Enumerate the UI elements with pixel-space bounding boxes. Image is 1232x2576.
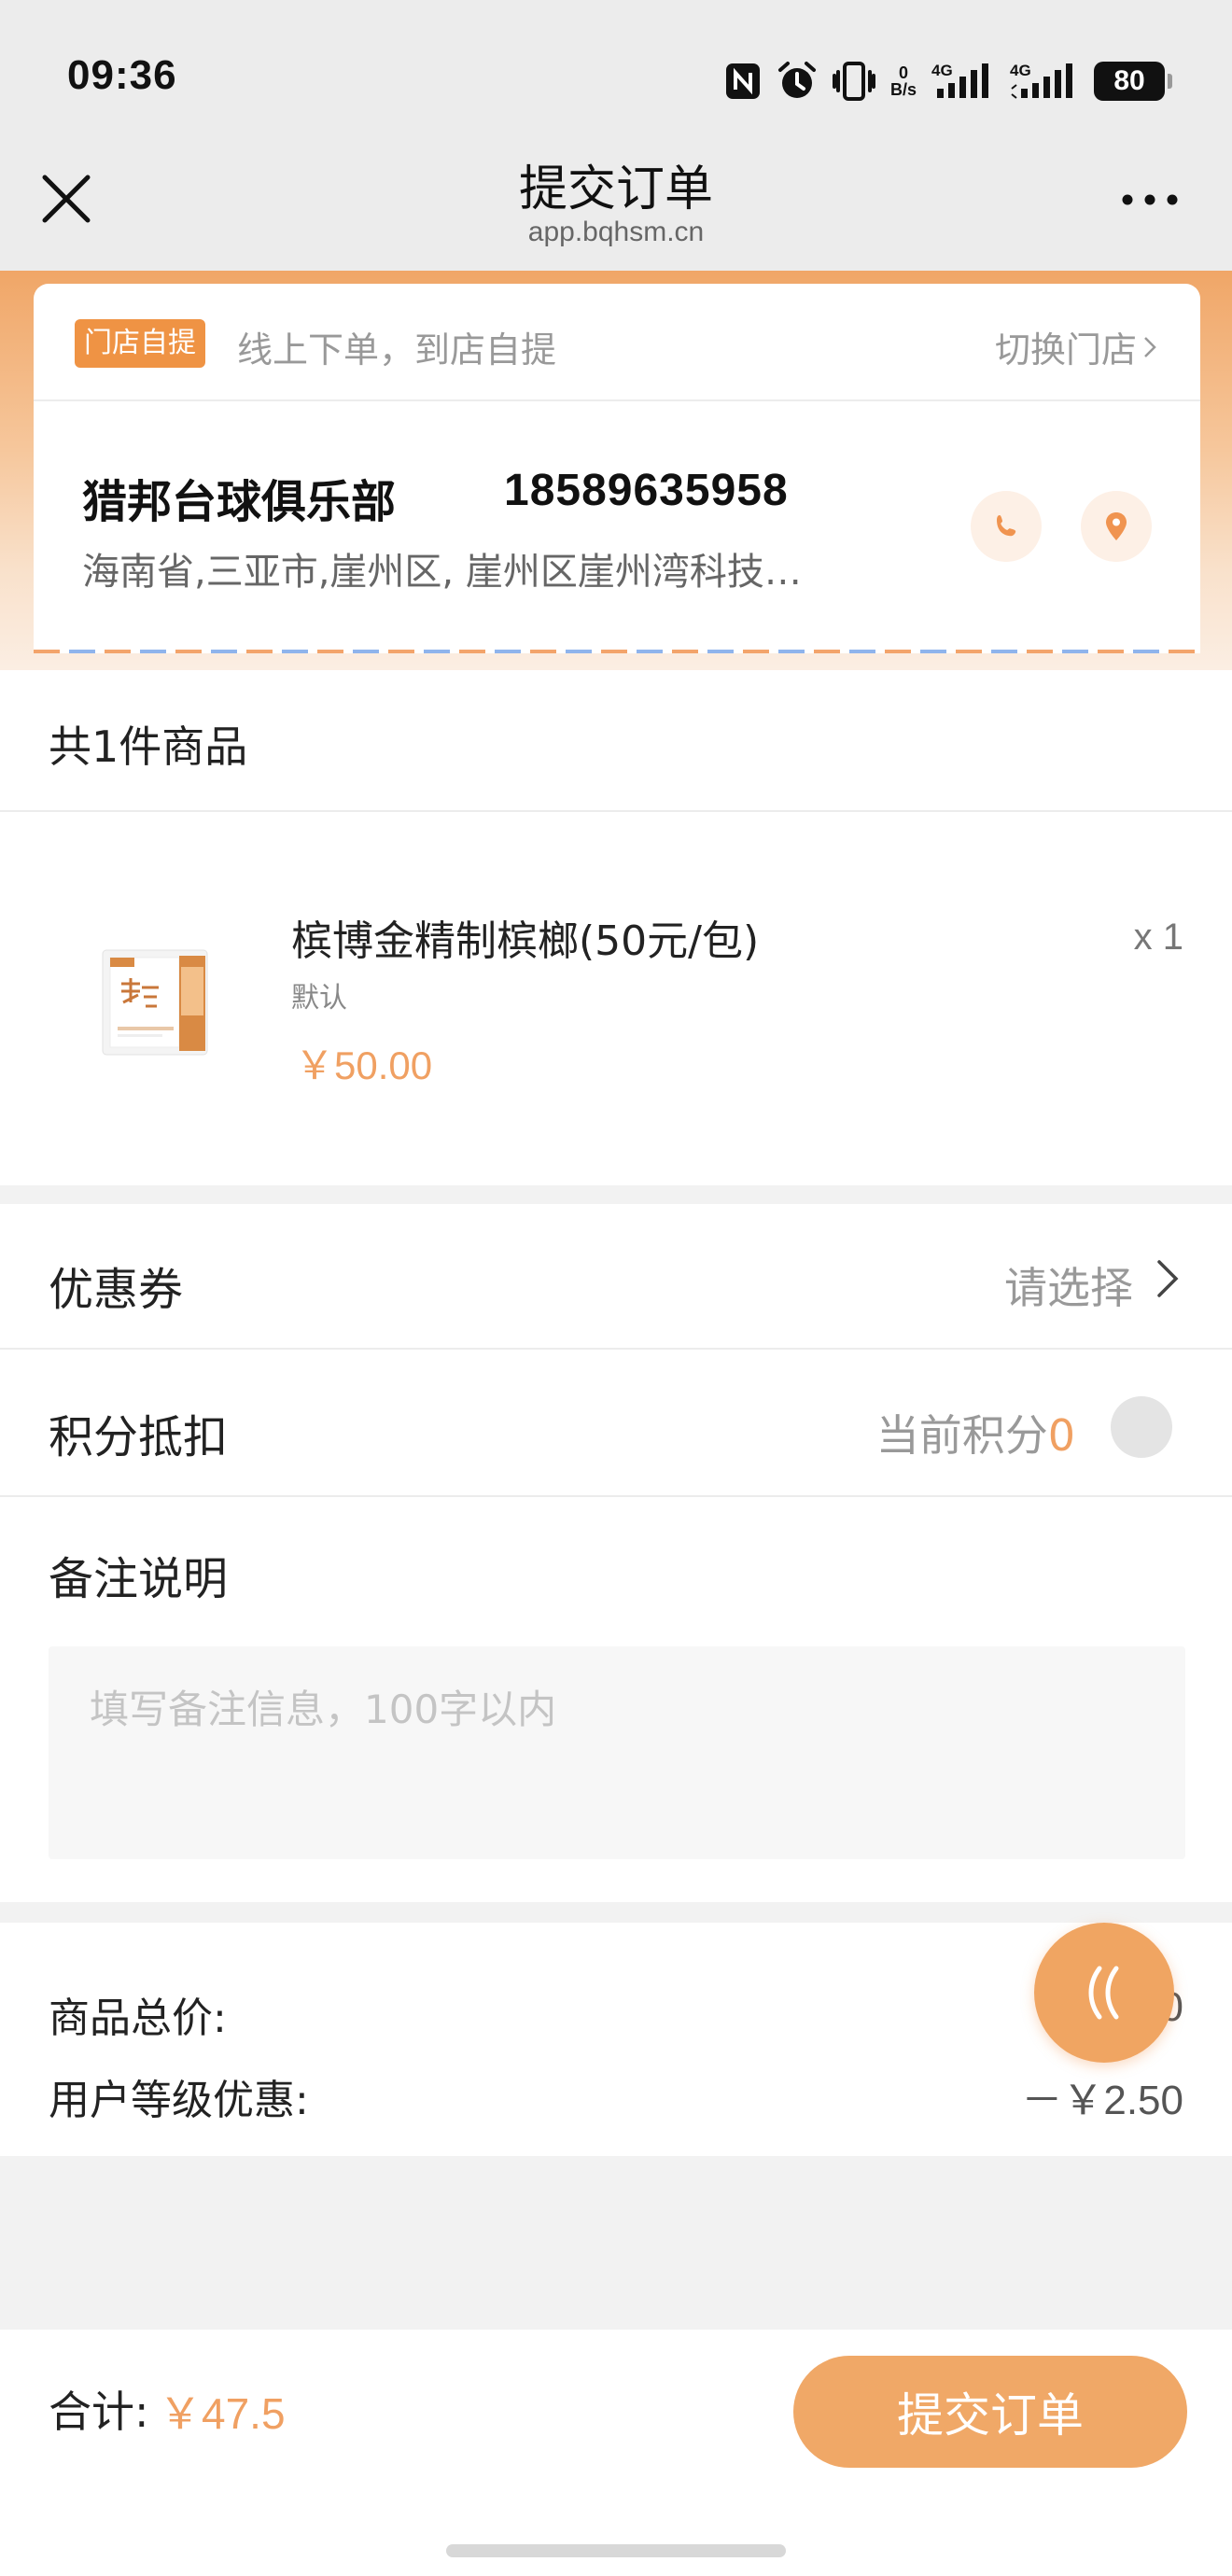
status-icons: 0 B/s 4G 4G 80 — [724, 58, 1172, 105]
member-discount-value: －￥2.50 — [1021, 2078, 1183, 2123]
signal-icon-secondary: 4G — [1010, 61, 1079, 102]
points-toggle[interactable] — [1111, 1396, 1172, 1458]
page-title: 提交订单 — [518, 161, 713, 217]
page-domain: app.bqhsm.cn — [527, 217, 705, 247]
coupon-label: 优惠券 — [49, 1264, 184, 1316]
signal-label: 4G — [931, 62, 953, 79]
goods-count: 共1件商品 — [49, 721, 248, 772]
coupon-row[interactable]: 优惠券 请选择 — [0, 1204, 1232, 1350]
call-store-button[interactable] — [971, 491, 1042, 562]
coupon-value: 请选择 — [1004, 1263, 1133, 1313]
location-pin-icon — [1106, 512, 1127, 540]
status-time: 09:36 — [67, 52, 177, 98]
product-image — [90, 930, 231, 1071]
net-speed-value: 0 — [898, 63, 908, 82]
store-phone: 18589635958 — [504, 466, 789, 515]
product-spec: 默认 — [291, 982, 347, 1015]
remark-label: 备注说明 — [49, 1553, 229, 1605]
nav-bar: 提交订单 app.bqhsm.cn — [0, 149, 1232, 271]
points-prefix: 当前积分 — [875, 1410, 1048, 1461]
home-indicator[interactable] — [446, 2544, 786, 2557]
envelope-border — [34, 650, 1200, 653]
collapse-float-button[interactable] — [1034, 1923, 1174, 2063]
store-address: 海南省,三亚市,崖州区, 崖州区崖州湾科技… — [82, 551, 802, 594]
pickup-description: 线上下单，到店自提 — [237, 329, 557, 371]
divider — [0, 810, 1232, 812]
vibrate-icon — [832, 61, 875, 102]
sum-value: ￥47.5 — [159, 2389, 286, 2438]
net-speed-unit: B/s — [889, 80, 917, 99]
goods-section: 共1件商品 槟博金精制槟榔(50元/包) 默认 ￥50.00 x 1 — [0, 670, 1232, 1185]
product-price: ￥50.00 — [295, 1043, 433, 1087]
battery-level: 80 — [1113, 65, 1145, 96]
double-chevron-left-icon — [1088, 1966, 1119, 2020]
phone-icon — [997, 515, 1016, 537]
nfc-icon — [724, 62, 762, 101]
battery-indicator: 80 — [1094, 62, 1172, 101]
net-speed-indicator: 0 B/s — [890, 64, 917, 98]
member-discount-label: 用户等级优惠: — [49, 2077, 309, 2124]
more-button[interactable] — [1120, 190, 1180, 209]
pickup-badge: 门店自提 — [75, 319, 205, 368]
sum-label: 合计: — [49, 2387, 149, 2437]
chevron-right-icon — [1144, 336, 1156, 357]
store-location-button[interactable] — [1081, 491, 1152, 562]
store-card: 门店自提 线上下单，到店自提 切换门店 猎邦台球俱乐部 18589635958 … — [34, 284, 1200, 653]
chevron-right-icon — [1157, 1260, 1179, 1297]
switch-store-link[interactable]: 切换门店 — [995, 321, 1157, 372]
bottom-bar: 合计: ￥47.5 提交订单 — [0, 2330, 1232, 2576]
product-quantity: x 1 — [1133, 917, 1183, 958]
points-value: 0 — [1047, 1410, 1075, 1461]
remark-input[interactable] — [49, 1646, 1185, 1859]
points-row: 积分抵扣 当前积分0 — [0, 1351, 1232, 1497]
product-name: 槟博金精制槟榔(50元/包) — [291, 917, 760, 965]
points-info: 当前积分0 — [876, 1402, 1075, 1463]
switch-store-label: 切换门店 — [994, 329, 1137, 371]
alarm-icon — [777, 61, 818, 102]
signal-label-secondary: 4G — [1010, 62, 1031, 79]
status-bar: 09:36 0 B/s 4G 4G 80 — [0, 0, 1232, 149]
store-name: 猎邦台球俱乐部 — [82, 476, 397, 528]
order-options: 优惠券 请选择 积分抵扣 当前积分0 备注说明 — [0, 1204, 1232, 1902]
more-dots-icon — [1122, 194, 1178, 205]
points-label: 积分抵扣 — [49, 1411, 229, 1463]
pickup-row: 门店自提 线上下单，到店自提 切换门店 — [34, 284, 1200, 401]
goods-total-label: 商品总价: — [49, 1995, 227, 2042]
submit-order-button[interactable]: 提交订单 — [793, 2356, 1187, 2468]
signal-icon: 4G — [931, 61, 995, 102]
